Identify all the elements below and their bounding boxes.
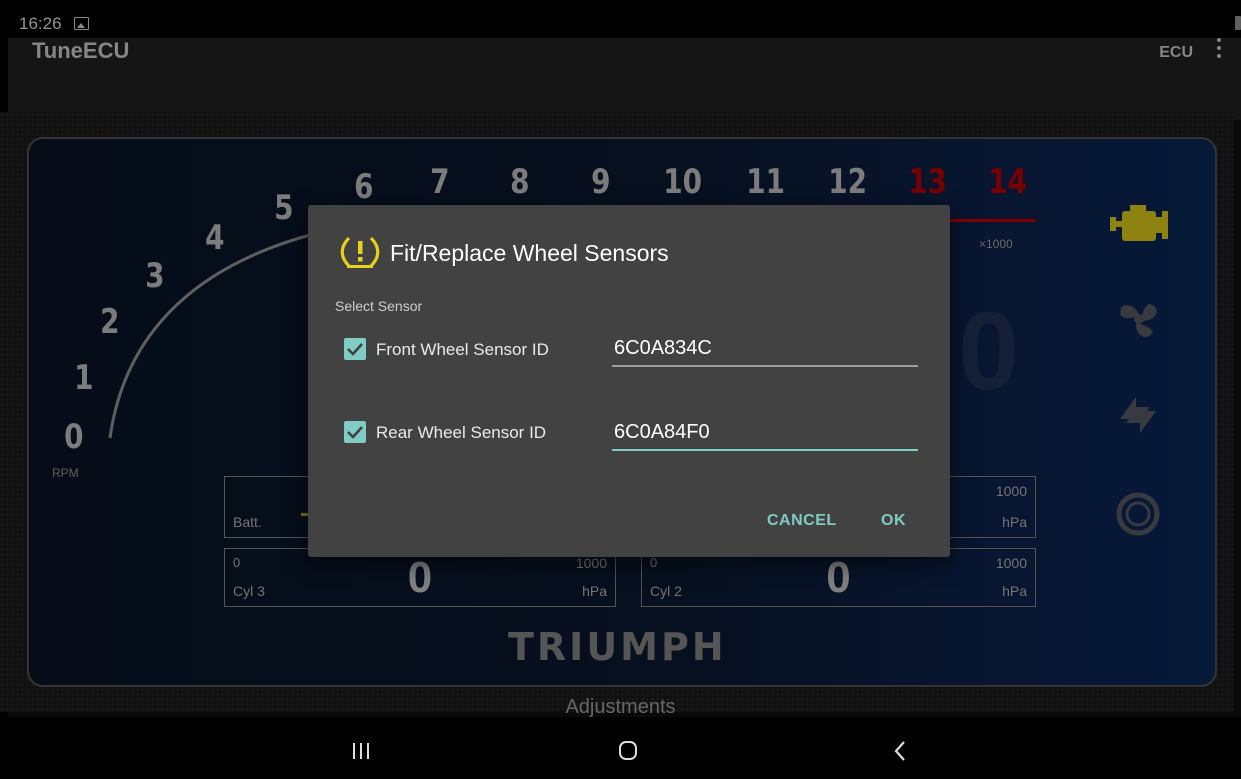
rear-sensor-checkbox[interactable]: [344, 421, 366, 443]
front-sensor-checkbox[interactable]: [344, 338, 366, 360]
recent-apps-icon[interactable]: [353, 743, 371, 759]
section-label: Select Sensor: [335, 298, 423, 314]
tpms-warning-icon: [340, 236, 380, 268]
home-icon[interactable]: [619, 741, 637, 760]
rear-sensor-label[interactable]: Rear Wheel Sensor ID: [376, 423, 546, 443]
system-nav-bar: [0, 717, 1241, 779]
back-icon[interactable]: [893, 740, 907, 762]
wheel-sensor-dialog: Fit/Replace Wheel Sensors Select Sensor …: [308, 205, 950, 557]
front-sensor-id-input[interactable]: [612, 331, 918, 367]
dialog-title: Fit/Replace Wheel Sensors: [390, 240, 669, 266]
cancel-button[interactable]: CANCEL: [767, 512, 837, 530]
rear-sensor-id-input[interactable]: [612, 415, 918, 451]
front-sensor-label[interactable]: Front Wheel Sensor ID: [376, 340, 549, 360]
ok-button[interactable]: OK: [881, 512, 906, 530]
